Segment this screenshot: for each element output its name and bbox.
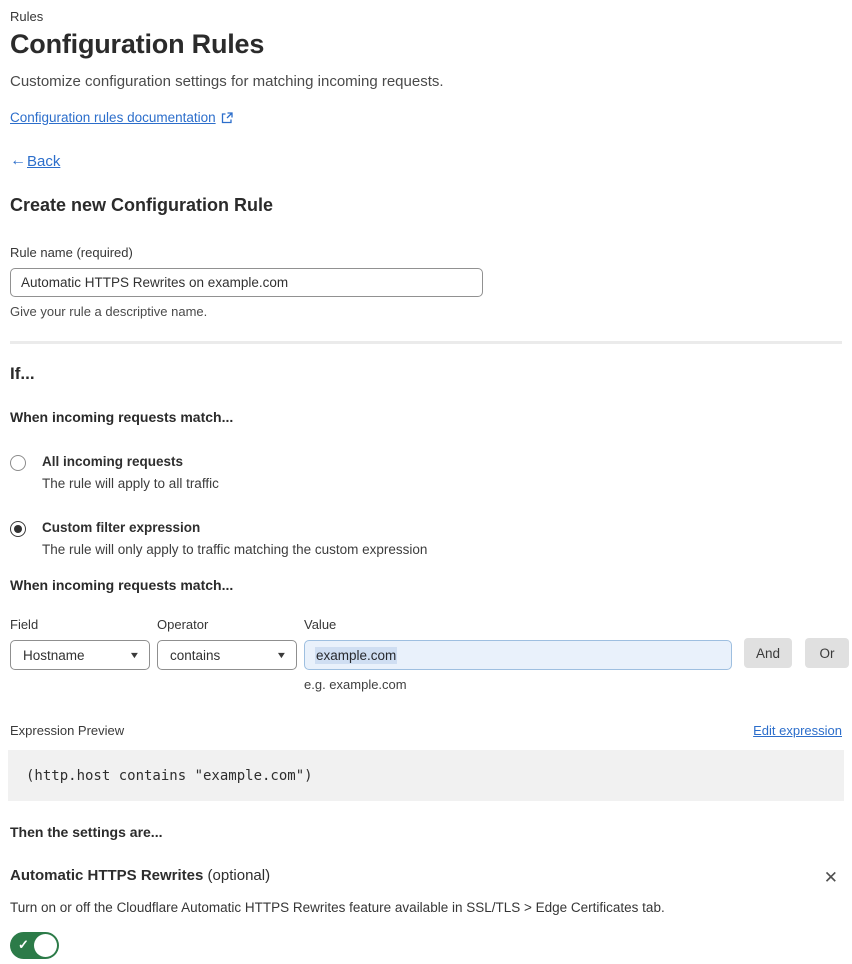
or-button[interactable]: Or (805, 638, 850, 668)
section-divider (10, 341, 842, 344)
radio-option-label: Custom filter expression (42, 520, 201, 535)
page-title: Configuration Rules (10, 29, 265, 59)
radio-option-custom-filter[interactable]: Custom filter expression The rule will o… (10, 520, 842, 557)
check-icon: ✓ (18, 937, 29, 952)
field-select-value: Hostname (23, 647, 85, 663)
value-input[interactable]: example.com (304, 640, 732, 670)
breadcrumb: Rules (10, 9, 44, 24)
radio-option-description: The rule will only apply to traffic matc… (42, 542, 428, 557)
rule-name-label: Rule name (required) (10, 245, 133, 260)
setting-optional-label: (optional) (203, 867, 271, 884)
back-link[interactable]: Back (27, 153, 60, 170)
rule-name-help: Give your rule a descriptive name. (10, 304, 208, 319)
expression-preview-label: Expression Preview (10, 723, 125, 738)
match-label: When incoming requests match... (10, 409, 234, 425)
documentation-link[interactable]: Configuration rules documentation (10, 110, 216, 125)
field-column-label: Field (10, 617, 39, 632)
setting-title: Automatic HTTPS Rewrites (optional) (10, 867, 270, 884)
create-rule-heading: Create new Configuration Rule (10, 195, 274, 215)
page-subtitle: Customize configuration settings for mat… (10, 73, 444, 90)
value-column-label: Value (304, 617, 337, 632)
setting-toggle[interactable]: ✓ (10, 932, 59, 959)
setting-name: Automatic HTTPS Rewrites (10, 867, 204, 884)
then-heading: Then the settings are... (10, 824, 163, 840)
setting-description: Turn on or off the Cloudflare Automatic … (10, 900, 665, 915)
field-select[interactable]: Hostname ▼ (10, 640, 150, 670)
rule-name-input[interactable] (10, 268, 483, 297)
radio-unselected-icon[interactable] (10, 455, 26, 471)
value-input-text: example.com (315, 646, 398, 664)
external-link-icon (221, 111, 233, 124)
back-arrow-icon: ← (10, 152, 26, 169)
operator-select[interactable]: contains ▼ (157, 640, 297, 670)
builder-match-label: When incoming requests match... (10, 577, 234, 593)
toggle-knob (34, 934, 57, 957)
and-button[interactable]: And (744, 638, 793, 668)
close-icon[interactable]: ✕ (820, 867, 842, 888)
radio-option-label: All incoming requests (42, 454, 184, 469)
chevron-down-icon: ▼ (275, 650, 288, 660)
if-heading: If... (10, 364, 35, 383)
radio-option-all-requests[interactable]: All incoming requests The rule will appl… (10, 454, 842, 491)
chevron-down-icon: ▼ (128, 650, 141, 660)
operator-column-label: Operator (157, 617, 209, 632)
expression-preview-code: (http.host contains "example.com") (8, 750, 844, 801)
edit-expression-link[interactable]: Edit expression (753, 723, 842, 738)
operator-select-value: contains (170, 647, 221, 663)
radio-selected-icon[interactable] (10, 521, 26, 537)
radio-option-description: The rule will apply to all traffic (42, 476, 219, 491)
value-hint: e.g. example.com (304, 677, 407, 692)
